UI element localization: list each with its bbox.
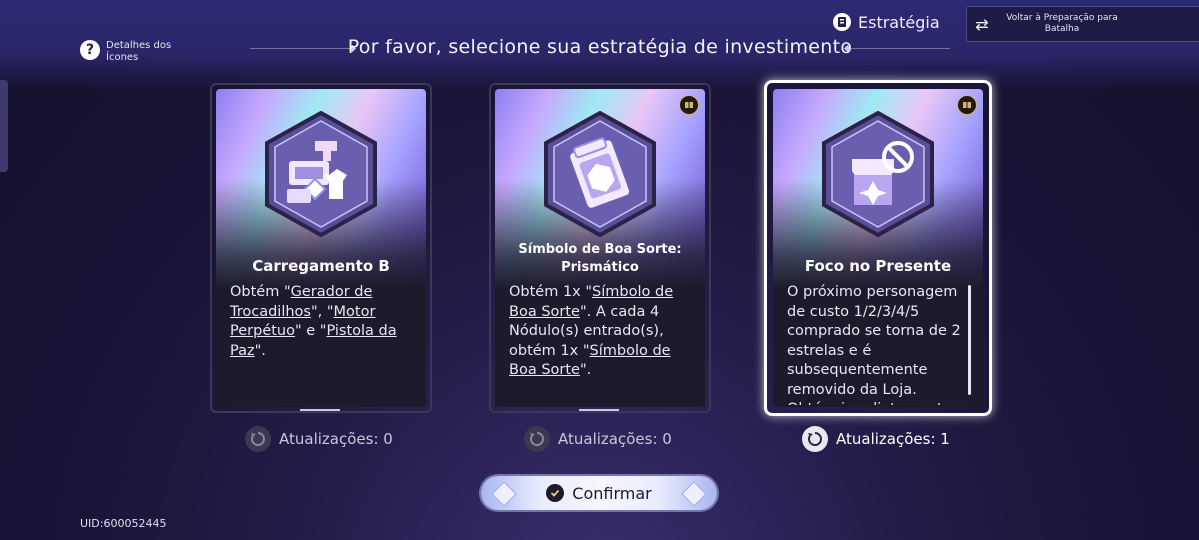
card-description: Obtém 1x "Símbolo de Boa Sorte". A cada …	[509, 284, 674, 378]
shop-restricted-icon	[822, 111, 934, 237]
strategy-label: Estratégia	[858, 12, 940, 32]
refresh-count-label: Atualizações: 1	[836, 430, 950, 448]
refresh-icon	[245, 426, 271, 452]
icon-details-label: Detalhes dos Ícones	[106, 40, 172, 63]
card-title: Foco no Presente	[804, 257, 952, 275]
card-title: Carregamento B	[252, 257, 390, 275]
lucky-charm-icon	[544, 111, 656, 237]
question-icon: ?	[80, 40, 100, 60]
icon-details-button[interactable]: ? Detalhes dos Ícones	[80, 40, 186, 64]
book-icon[interactable]	[957, 95, 977, 115]
check-icon	[546, 484, 565, 502]
back-label: Voltar à Preparação para Batalha	[1006, 13, 1118, 34]
gadgets-bundle-icon	[265, 111, 377, 237]
book-icon[interactable]	[679, 95, 699, 115]
user-id: UID:600052445	[80, 517, 167, 530]
refresh-button-3[interactable]: Atualizações: 1	[802, 426, 950, 452]
title-line-right	[850, 48, 950, 49]
card-title: Símbolo de Boa Sorte: Prismático	[518, 242, 682, 275]
description-scrollbar[interactable]	[968, 285, 971, 395]
card-description: Obtém "Gerador de Trocadilhos", "Motor P…	[230, 284, 397, 359]
confirm-button[interactable]: Confirmar	[481, 476, 717, 510]
strategy-card-1[interactable]: Carregamento B Obtém "Gerador de Trocadi…	[210, 83, 432, 413]
strategy-icon	[833, 13, 851, 31]
confirm-label: Confirmar	[572, 483, 652, 503]
strategy-button[interactable]: Estratégia	[832, 12, 940, 32]
strategy-card-2[interactable]: Símbolo de Boa Sorte: Prismático Obtém 1…	[489, 83, 711, 413]
card-bottom-accent	[579, 409, 619, 411]
decor-diamond-left	[491, 481, 517, 507]
swap-arrows-icon: ⇄	[975, 14, 989, 34]
refresh-button-1[interactable]: Atualizações: 0	[245, 426, 393, 452]
card-description: O próximo personagem de custo 1/2/3/4/5 …	[787, 284, 961, 405]
back-to-battle-prep-button[interactable]: ⇄ Voltar à Preparação para Batalha	[966, 6, 1199, 42]
refresh-count-label: Atualizações: 0	[279, 430, 393, 448]
side-panel-handle[interactable]	[0, 80, 8, 172]
strategy-card-3[interactable]: Foco no Presente O próximo personagem de…	[764, 80, 992, 416]
refresh-icon	[802, 426, 828, 452]
card-bottom-accent	[300, 409, 340, 411]
refresh-count-label: Atualizações: 0	[558, 430, 672, 448]
decor-diamond-right	[681, 481, 707, 507]
refresh-icon	[524, 426, 550, 452]
title-bar: Por favor, selecione sua estratégia de i…	[250, 36, 950, 62]
refresh-button-2[interactable]: Atualizações: 0	[524, 426, 672, 452]
